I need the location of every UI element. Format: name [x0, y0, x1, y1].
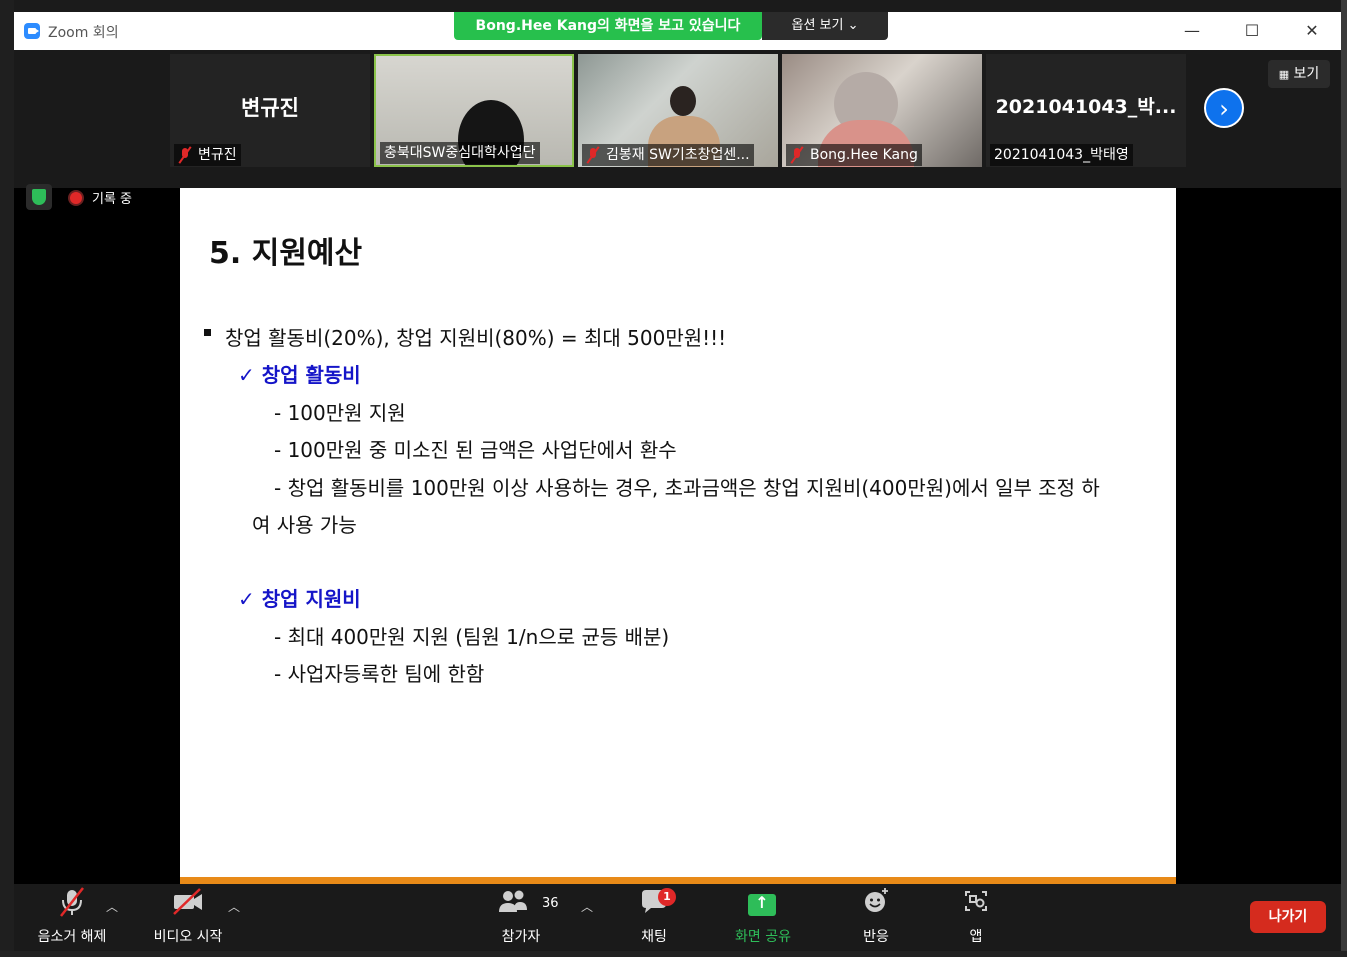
apps-label: 앱: [969, 929, 983, 945]
reactions-button[interactable]: 반응: [846, 884, 906, 951]
participant-label: 변규진: [174, 144, 241, 166]
slide-footer-bar: [180, 877, 1176, 884]
chat-label: 채팅: [641, 929, 667, 945]
slide-line: - 최대 400만원 지원 (팀원 1/n으로 균등 배분): [274, 625, 670, 649]
participants-button[interactable]: 36 참가자: [486, 884, 559, 951]
maximize-icon[interactable]: ☐: [1238, 18, 1266, 44]
audio-options-chevron-icon[interactable]: ︿: [106, 898, 118, 915]
mic-muted-icon: [178, 147, 192, 163]
mic-muted-icon: [790, 147, 804, 163]
desktop-background-right: [1341, 0, 1347, 957]
participants-label: 참가자: [501, 929, 541, 945]
minimize-icon[interactable]: —: [1178, 18, 1206, 44]
grid-icon: ▦: [1278, 68, 1290, 81]
viewing-share-banner: Bong.Hee Kang의 화면을 보고 있습니다: [454, 12, 762, 40]
slide-title: 5. 지원예산: [209, 236, 363, 271]
bullet-square-icon: [204, 329, 211, 336]
shared-screen-slide: 5. 지원예산 창업 활동비(20%), 창업 지원비(80%) = 최대 50…: [180, 188, 1176, 882]
desktop-background-top: [0, 0, 1347, 12]
view-layout-label: 보기: [1293, 66, 1320, 82]
close-icon[interactable]: ✕: [1298, 18, 1326, 44]
participant-tile[interactable]: 충북대SW중심대학사업단: [374, 54, 574, 167]
start-video-label: 비디오 시작: [153, 929, 223, 945]
mic-muted-icon: [586, 147, 600, 163]
leave-meeting-button[interactable]: 나가기: [1250, 901, 1326, 933]
desktop-background-left: [0, 0, 14, 957]
video-options-chevron-icon[interactable]: ︿: [228, 898, 240, 915]
next-page-arrow-icon[interactable]: ›: [1204, 88, 1244, 128]
participant-label: 충북대SW중심대학사업단: [380, 142, 540, 164]
share-screen-label: 화면 공유: [735, 929, 791, 945]
slide-line: - 사업자등록한 팀에 한함: [274, 662, 485, 686]
view-layout-button[interactable]: ▦ 보기: [1268, 60, 1330, 88]
participant-tile[interactable]: 김봉재 SW기초창업센...: [578, 54, 778, 167]
unmute-label: 음소거 해제: [37, 929, 107, 945]
mic-muted-icon: [57, 884, 87, 920]
recording-dot-icon: [70, 191, 82, 204]
slide-line: - 창업 활동비를 100만원 이상 사용하는 경우, 초과금액은 창업 지원비…: [274, 476, 1100, 500]
participant-label: Bong.Hee Kang: [786, 144, 922, 166]
participant-big-name: 변규진: [241, 96, 299, 120]
participant-name: 2021041043_박태영: [994, 147, 1129, 163]
slide-line: 여 사용 가능: [252, 513, 357, 537]
participant-label: 김봉재 SW기초창업센...: [582, 144, 754, 166]
slide-line: - 100만원 중 미소진 된 금액은 사업단에서 환수: [274, 438, 677, 462]
apps-icon: [961, 884, 991, 920]
zoom-meeting-window: Zoom 회의 — ☐ ✕ Bong.Hee Kang의 화면을 보고 있습니다…: [14, 12, 1341, 951]
apps-button[interactable]: 앱: [946, 884, 1006, 951]
slide-line: - 100만원 지원: [274, 401, 406, 425]
slide-bullet-text: 창업 활동비(20%), 창업 지원비(80%) = 최대 500만원!!!: [225, 326, 727, 350]
start-video-button[interactable]: 비디오 시작: [144, 884, 232, 951]
window-title: Zoom 회의: [48, 25, 119, 41]
participant-strip: 변규진 변규진 충북대SW중심대학사업단 김봉재 SW기초창업센... Bong…: [14, 50, 1341, 188]
participant-big-name: 2021041043_박...: [995, 96, 1177, 118]
participant-count: 36: [542, 896, 559, 911]
share-screen-button[interactable]: 화면 공유: [726, 884, 800, 951]
participant-name: 김봉재 SW기초창업센...: [606, 147, 750, 163]
participant-tile[interactable]: Bong.Hee Kang: [782, 54, 982, 167]
recording-label: 기록 중: [92, 192, 133, 207]
participant-tile[interactable]: 변규진 변규진: [170, 54, 370, 167]
reactions-label: 반응: [863, 929, 889, 945]
chat-button[interactable]: 1 채팅: [624, 884, 684, 951]
participant-label: 2021041043_박태영: [990, 144, 1133, 166]
meeting-toolbar: 음소거 해제 ︿ 비디오 시작 ︿ 36 참가자 ︿ 1 채팅 ↑ 화면 공유 …: [14, 884, 1341, 951]
participant-video-person: [670, 86, 696, 116]
participant-name: 충북대SW중심대학사업단: [384, 145, 536, 161]
zoom-logo-icon: [24, 23, 40, 39]
participant-name: 변규진: [198, 147, 237, 163]
participant-tile[interactable]: 2021041043_박... 2021041043_박태영: [986, 54, 1186, 167]
section-heading-activity: ✓ 창업 활동비: [238, 363, 361, 387]
recording-indicator[interactable]: 기록 중: [70, 188, 132, 207]
section-heading-support: ✓ 창업 지원비: [238, 587, 361, 611]
chat-unread-badge: 1: [658, 888, 676, 906]
security-shield-icon[interactable]: [26, 184, 52, 210]
participants-icon: [496, 884, 530, 920]
unmute-button[interactable]: 음소거 해제: [28, 884, 116, 951]
participants-options-chevron-icon[interactable]: ︿: [581, 898, 593, 915]
share-screen-icon: [748, 884, 777, 920]
participant-name: Bong.Hee Kang: [810, 147, 918, 163]
video-off-icon: [171, 884, 205, 920]
view-options-button[interactable]: 옵션 보기 ⌄: [762, 12, 888, 40]
reaction-smiley-icon: [861, 884, 891, 920]
desktop-background-bottom: [0, 951, 1347, 957]
